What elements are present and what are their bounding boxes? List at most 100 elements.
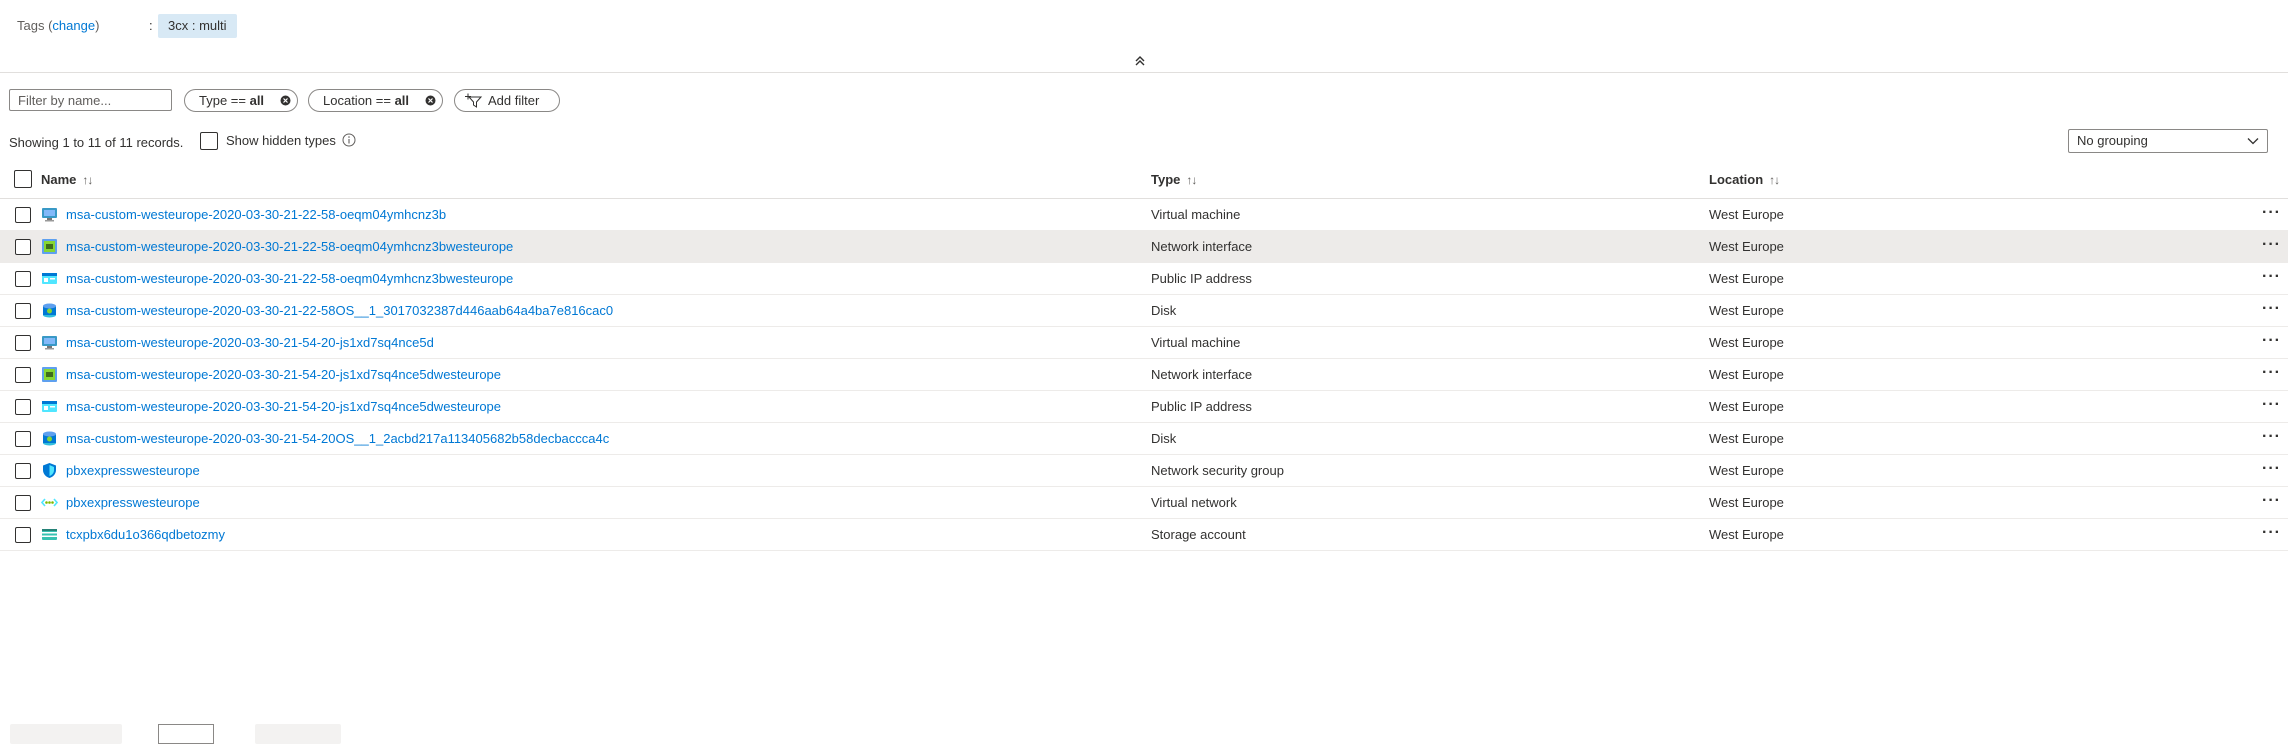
table-row[interactable]: msa-custom-westeurope-2020-03-30-21-22-5…	[0, 295, 2288, 327]
section-divider	[0, 72, 2288, 73]
row-checkbox[interactable]	[15, 207, 31, 223]
resource-location: West Europe	[1709, 303, 1784, 318]
sort-icon: ↑↓	[1186, 173, 1197, 187]
info-icon[interactable]	[342, 133, 356, 147]
remove-filter-icon[interactable]	[280, 95, 291, 106]
location-filter-pill[interactable]: Location == all	[308, 89, 443, 112]
more-actions-icon[interactable]: ···	[2262, 204, 2281, 222]
resource-name-link[interactable]: tcxpbx6du1o366qdbetozmy	[66, 527, 225, 542]
show-hidden-types-checkbox[interactable]	[200, 132, 218, 150]
resource-location: West Europe	[1709, 463, 1784, 478]
resource-location: West Europe	[1709, 271, 1784, 286]
row-checkbox[interactable]	[15, 303, 31, 319]
resource-type: Virtual machine	[1151, 335, 1241, 350]
row-checkbox[interactable]	[15, 431, 31, 447]
resource-name-link[interactable]: pbxexpresswesteurope	[66, 495, 200, 510]
virtual-machine-icon	[41, 334, 58, 351]
resource-type: Storage account	[1151, 527, 1246, 542]
network-security-group-icon	[41, 462, 58, 479]
row-checkbox[interactable]	[15, 271, 31, 287]
resource-location: West Europe	[1709, 495, 1784, 510]
network-interface-icon	[41, 238, 58, 255]
add-filter-icon	[465, 93, 483, 108]
resource-location: West Europe	[1709, 207, 1784, 222]
resource-type: Network interface	[1151, 367, 1253, 382]
filter-by-name-input[interactable]	[9, 89, 172, 111]
resource-name-link[interactable]: msa-custom-westeurope-2020-03-30-21-54-2…	[66, 431, 609, 446]
table-row[interactable]: pbxexpresswesteurope Virtual network West …	[0, 487, 2288, 519]
virtual-machine-icon	[41, 206, 58, 223]
resource-name-link[interactable]: msa-custom-westeurope-2020-03-30-21-22-5…	[66, 271, 513, 286]
table-row[interactable]: msa-custom-westeurope-2020-03-30-21-22-5…	[0, 199, 2288, 231]
more-actions-icon[interactable]: ···	[2262, 364, 2281, 382]
more-actions-icon[interactable]: ···	[2262, 236, 2281, 254]
add-filter-button[interactable]: Add filter	[454, 89, 560, 112]
next-page-button[interactable]	[255, 724, 341, 744]
row-checkbox[interactable]	[15, 495, 31, 511]
more-actions-icon[interactable]: ···	[2262, 268, 2281, 286]
resource-name-link[interactable]: msa-custom-westeurope-2020-03-30-21-54-2…	[66, 367, 501, 382]
more-actions-icon[interactable]: ···	[2262, 460, 2281, 478]
page-number-input[interactable]	[158, 724, 214, 744]
more-actions-icon[interactable]: ···	[2262, 428, 2281, 446]
column-header-type[interactable]: Type ↑↓	[1151, 172, 1197, 187]
row-checkbox[interactable]	[15, 399, 31, 415]
tags-change-link[interactable]: change	[52, 18, 95, 33]
resource-type: Disk	[1151, 431, 1177, 446]
resource-location: West Europe	[1709, 335, 1784, 350]
resource-type: Network security group	[1151, 463, 1284, 478]
collapse-chevron-icon[interactable]	[1132, 53, 1148, 69]
resource-name-link[interactable]: msa-custom-westeurope-2020-03-30-21-22-5…	[66, 303, 613, 318]
tag-chip: 3cx : multi	[158, 14, 237, 38]
resource-type: Public IP address	[1151, 399, 1252, 414]
select-all-checkbox[interactable]	[14, 170, 32, 188]
column-header-location[interactable]: Location ↑↓	[1709, 172, 1780, 187]
disk-icon	[41, 430, 58, 447]
row-checkbox[interactable]	[15, 527, 31, 543]
resource-name-link[interactable]: msa-custom-westeurope-2020-03-30-21-54-2…	[66, 335, 434, 350]
tags-label: Tags (change)	[17, 18, 100, 33]
disk-icon	[41, 302, 58, 319]
sort-icon: ↑↓	[1769, 173, 1780, 187]
more-actions-icon[interactable]: ···	[2262, 492, 2281, 510]
public-ip-icon	[41, 270, 58, 287]
resource-type: Virtual machine	[1151, 207, 1241, 222]
row-checkbox[interactable]	[15, 463, 31, 479]
row-checkbox[interactable]	[15, 239, 31, 255]
table-row[interactable]: msa-custom-westeurope-2020-03-30-21-22-5…	[0, 231, 2288, 263]
show-hidden-types-label: Show hidden types	[226, 133, 336, 148]
resource-type: Network interface	[1151, 239, 1253, 254]
row-checkbox[interactable]	[15, 367, 31, 383]
column-header-name[interactable]: Name ↑↓	[41, 172, 93, 187]
resource-type: Disk	[1151, 303, 1177, 318]
table-row[interactable]: msa-custom-westeurope-2020-03-30-21-54-2…	[0, 359, 2288, 391]
row-checkbox[interactable]	[15, 335, 31, 351]
type-filter-pill[interactable]: Type == all	[184, 89, 298, 112]
resource-name-link[interactable]: msa-custom-westeurope-2020-03-30-21-22-5…	[66, 239, 513, 254]
grouping-dropdown[interactable]: No grouping	[2068, 129, 2268, 153]
table-row[interactable]: msa-custom-westeurope-2020-03-30-21-54-2…	[0, 327, 2288, 359]
resource-type: Public IP address	[1151, 271, 1252, 286]
more-actions-icon[interactable]: ···	[2262, 396, 2281, 414]
table-row[interactable]: msa-custom-westeurope-2020-03-30-21-22-5…	[0, 263, 2288, 295]
table-row[interactable]: msa-custom-westeurope-2020-03-30-21-54-2…	[0, 391, 2288, 423]
tags-colon: :	[149, 18, 153, 33]
table-row[interactable]: tcxpbx6du1o366qdbetozmy Storage account We…	[0, 519, 2288, 551]
virtual-network-icon	[40, 494, 59, 511]
table-row[interactable]: pbxexpresswesteurope Network security gro…	[0, 455, 2288, 487]
previous-page-button[interactable]	[10, 724, 122, 744]
more-actions-icon[interactable]: ···	[2262, 524, 2281, 542]
resource-name-link[interactable]: msa-custom-westeurope-2020-03-30-21-54-2…	[66, 399, 501, 414]
network-interface-icon	[41, 366, 58, 383]
storage-account-icon	[41, 526, 58, 543]
remove-filter-icon[interactable]	[425, 95, 436, 106]
resource-name-link[interactable]: pbxexpresswesteurope	[66, 463, 200, 478]
resource-location: West Europe	[1709, 367, 1784, 382]
resource-name-link[interactable]: msa-custom-westeurope-2020-03-30-21-22-5…	[66, 207, 446, 222]
resource-location: West Europe	[1709, 399, 1784, 414]
more-actions-icon[interactable]: ···	[2262, 300, 2281, 318]
public-ip-icon	[41, 398, 58, 415]
more-actions-icon[interactable]: ···	[2262, 332, 2281, 350]
table-row[interactable]: msa-custom-westeurope-2020-03-30-21-54-2…	[0, 423, 2288, 455]
records-count-text: Showing 1 to 11 of 11 records.	[9, 135, 184, 150]
